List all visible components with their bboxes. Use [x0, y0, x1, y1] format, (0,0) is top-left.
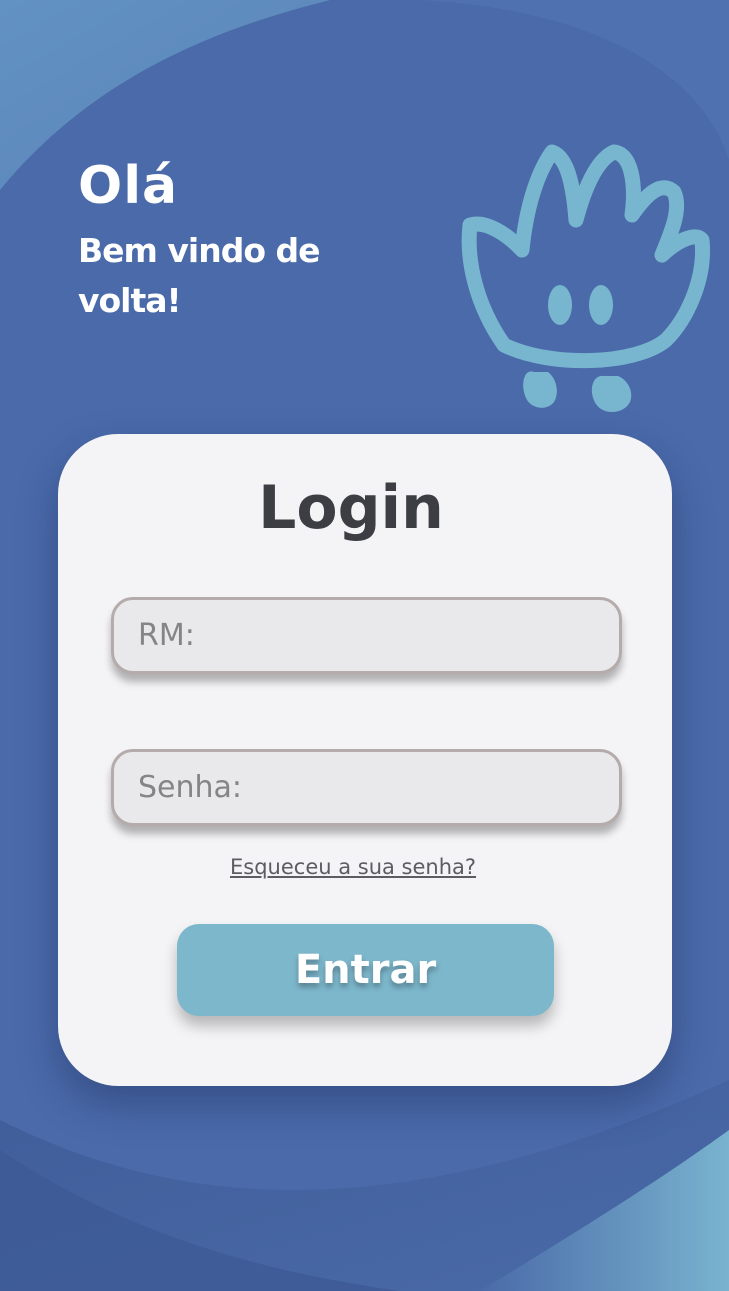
greeting-hello: Olá — [78, 156, 179, 216]
login-button[interactable]: Entrar — [177, 924, 554, 1016]
password-field[interactable] — [111, 749, 622, 826]
hand-mascot-icon — [461, 144, 711, 413]
rm-input[interactable] — [114, 600, 619, 671]
password-input[interactable] — [114, 752, 619, 823]
greeting-welcome: Bem vindo de volta! — [78, 231, 321, 320]
rm-field[interactable] — [111, 597, 622, 674]
forgot-password-link[interactable]: Esqueceu a sua senha? — [230, 855, 510, 879]
login-title: Login — [258, 473, 444, 543]
greeting: Olá Bem vindo de volta! — [78, 150, 378, 326]
